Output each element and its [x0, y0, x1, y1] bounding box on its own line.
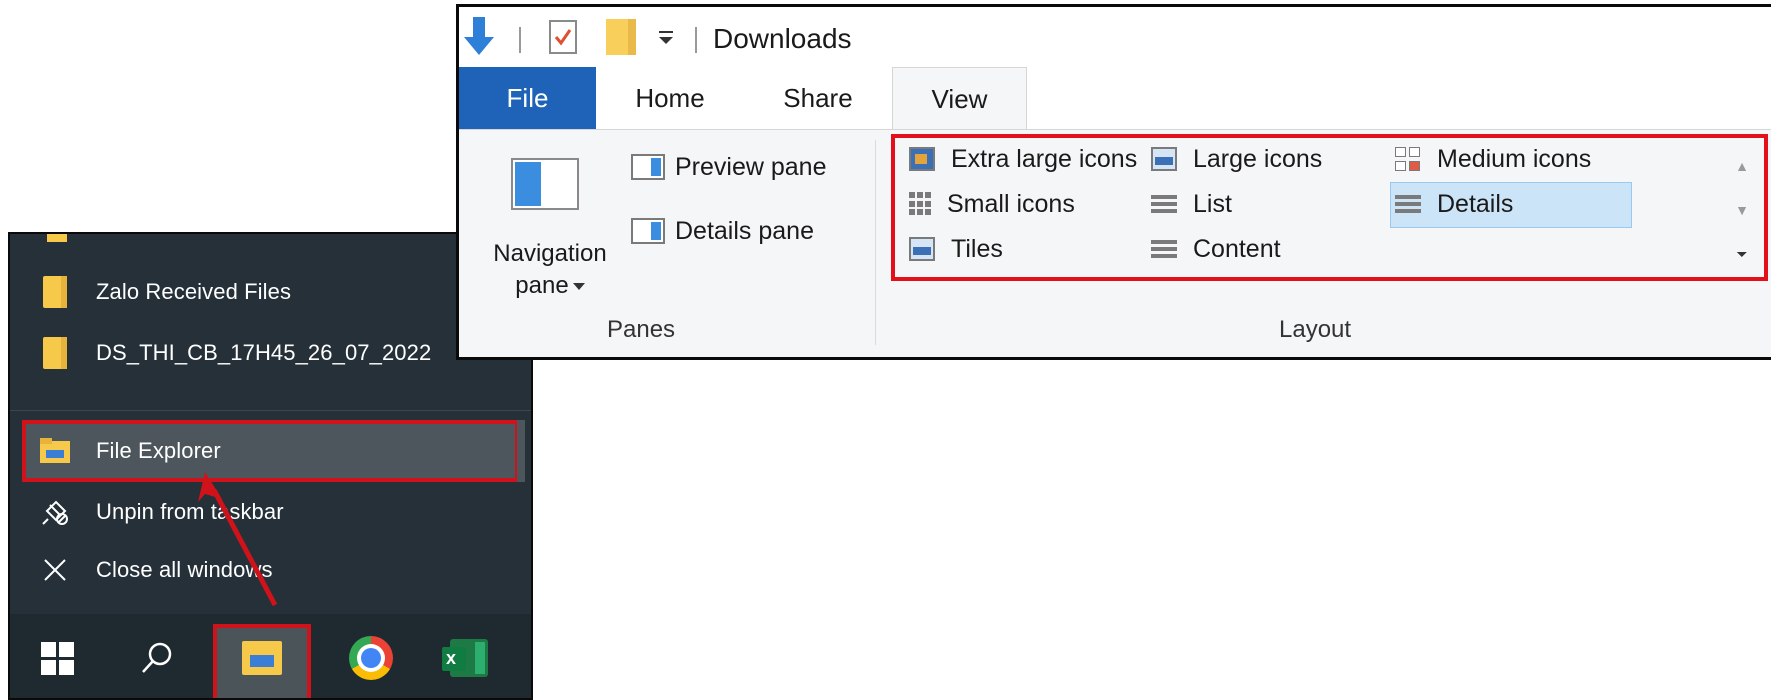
- file-explorer-icon: [242, 641, 282, 675]
- navigation-pane-label: pane: [515, 272, 569, 299]
- jump-list-item-ds-thi[interactable]: DS_THI_CB_17H45_26_07_2022: [10, 325, 531, 381]
- window-title: Downloads: [713, 23, 852, 54]
- folder-icon: [47, 234, 67, 242]
- customize-quick-access-icon[interactable]: [651, 19, 681, 55]
- jump-list-item-close-all-windows[interactable]: Close all windows: [10, 542, 531, 598]
- search-icon: [142, 642, 172, 673]
- divider: [875, 140, 876, 345]
- file-explorer-window: Downloads File Home Share View Navigatio…: [456, 4, 1771, 360]
- new-folder-icon[interactable]: [603, 19, 639, 55]
- navigation-pane-label: Navigation: [493, 240, 607, 267]
- tab-file[interactable]: File: [459, 67, 596, 129]
- jump-list-item-zalo-received-files[interactable]: Zalo Received Files: [10, 264, 531, 320]
- jump-list-item-unpin[interactable]: Unpin from taskbar: [10, 484, 531, 540]
- file-explorer-taskbar-button[interactable]: [227, 614, 297, 698]
- jump-list-item-label: File Explorer: [96, 438, 221, 463]
- search-button[interactable]: [122, 614, 192, 698]
- details-pane-icon: [631, 218, 665, 244]
- taskbar-jump-list: Zalo Received Files DS_THI_CB_17H45_26_0…: [8, 232, 533, 700]
- details-pane-label: Details pane: [675, 216, 814, 245]
- preview-pane-label: Preview pane: [675, 152, 827, 181]
- chrome-icon: [349, 636, 393, 680]
- unpin-icon: [40, 495, 70, 529]
- navigation-pane-button[interactable]: Navigation pane: [479, 238, 621, 302]
- divider: [695, 27, 697, 53]
- chrome-taskbar-button[interactable]: [336, 614, 406, 698]
- divider: [10, 410, 531, 411]
- properties-icon[interactable]: [545, 19, 581, 55]
- preview-pane-icon: [631, 154, 665, 180]
- tab-home[interactable]: Home: [596, 67, 744, 129]
- excel-taskbar-button[interactable]: x: [434, 614, 504, 698]
- windows-start-button[interactable]: [22, 614, 92, 698]
- windows-start-icon: [40, 641, 74, 675]
- jump-list-item-file-explorer[interactable]: File Explorer: [10, 423, 531, 479]
- group-label-panes: Panes: [607, 316, 676, 343]
- quick-access-down-arrow-icon[interactable]: [461, 17, 497, 55]
- close-icon: [40, 553, 70, 587]
- jump-list-item-label: DS_THI_CB_17H45_26_07_2022: [96, 340, 432, 365]
- file-explorer-icon: [40, 434, 70, 468]
- ribbon-tabs: File Home Share View: [459, 67, 1771, 131]
- folder-icon: [40, 336, 70, 370]
- jump-list-item-label: Unpin from taskbar: [96, 499, 284, 524]
- folder-icon: [40, 275, 70, 309]
- details-pane-button[interactable]: Details pane: [631, 212, 814, 250]
- navigation-pane-icon[interactable]: [511, 158, 579, 210]
- taskbar: x: [10, 614, 531, 698]
- excel-icon: x: [442, 639, 488, 677]
- ribbon-band: Navigation pane Preview pane Details pan…: [459, 129, 1771, 357]
- group-label-layout: Layout: [1279, 316, 1352, 343]
- tab-share[interactable]: Share: [744, 67, 892, 129]
- title-bar: Downloads: [459, 7, 1771, 67]
- preview-pane-button[interactable]: Preview pane: [631, 148, 826, 186]
- tab-view[interactable]: View: [892, 67, 1027, 131]
- highlight-box: [891, 134, 1768, 281]
- jump-list-item-label: Close all windows: [96, 557, 273, 582]
- divider: [519, 27, 521, 53]
- chevron-down-icon: [572, 283, 585, 291]
- jump-list-item-label: Zalo Received Files: [96, 279, 292, 304]
